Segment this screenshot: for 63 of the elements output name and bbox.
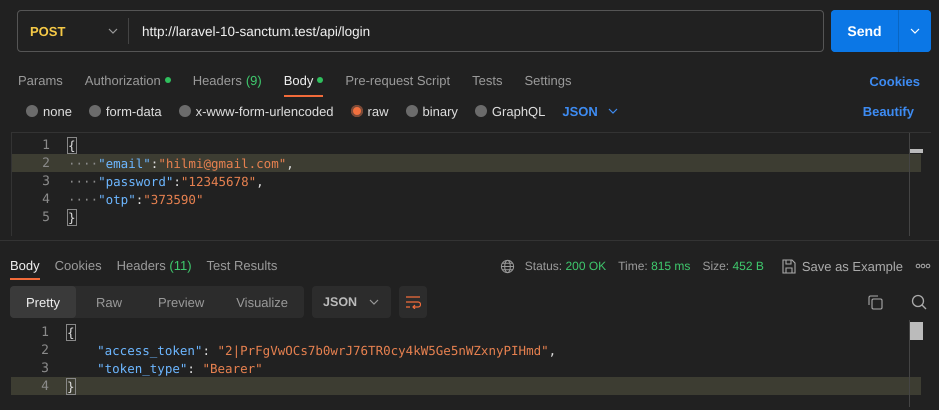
line-number: 4 bbox=[41, 192, 51, 206]
method-dropdown[interactable]: POST bbox=[18, 18, 129, 44]
view-mode-tab[interactable]: Visualize bbox=[220, 286, 304, 318]
scrollbar-thumb[interactable] bbox=[910, 149, 923, 153]
caret-icon bbox=[910, 28, 920, 34]
response-meta: Time: 815 ms bbox=[618, 259, 690, 273]
response-meta: Size: 452 B bbox=[702, 259, 764, 273]
wrap-icon[interactable] bbox=[399, 286, 428, 318]
request-tab[interactable]: Authorization bbox=[84, 65, 171, 97]
request-tab[interactable]: Settings bbox=[524, 65, 572, 97]
code-text: { bbox=[67, 324, 75, 340]
line-number: 3 bbox=[41, 174, 51, 188]
code-text: "access_token": "2|PrFgVwOCs7b0wrJ76TR0cy4kW5Ge5nWZxnyPIHmd", bbox=[96, 342, 556, 358]
line-number: 5 bbox=[41, 210, 51, 224]
code-text: ····"otp":"373590" bbox=[68, 192, 204, 206]
response-tab[interactable]: Headers (11) bbox=[116, 258, 192, 280]
code-text: ····"password":"12345678", bbox=[68, 174, 264, 188]
cookies-link[interactable]: Cookies bbox=[869, 65, 920, 97]
code-text: ····"email":"hilmi@gmail.com", bbox=[68, 156, 294, 170]
caret-icon bbox=[369, 299, 380, 305]
response-tab[interactable]: Test Results bbox=[206, 258, 278, 280]
body-type-radio[interactable]: raw bbox=[350, 104, 388, 118]
response-tab[interactable]: Cookies bbox=[54, 258, 102, 280]
line-number: 3 bbox=[40, 360, 50, 376]
view-mode-tab[interactable]: Pretty bbox=[10, 286, 76, 318]
search-icon[interactable] bbox=[911, 294, 927, 310]
more-icon[interactable] bbox=[915, 263, 931, 269]
format-dropdown[interactable]: JSON bbox=[562, 104, 618, 118]
request-tab[interactable]: Body bbox=[284, 65, 324, 97]
body-type-radio[interactable]: binary bbox=[406, 104, 458, 118]
request-tab[interactable]: Pre-request Script bbox=[345, 65, 450, 97]
line-number: 4 bbox=[40, 378, 50, 394]
globe-icon bbox=[500, 258, 515, 274]
body-type-radio[interactable]: none bbox=[26, 104, 72, 118]
url-field[interactable]: http://laravel-10-sanctum.test/api/login bbox=[129, 24, 370, 38]
scrollbar-thumb[interactable] bbox=[910, 322, 923, 340]
code-text: "token_type": "Bearer" bbox=[96, 360, 263, 376]
line-number: 1 bbox=[41, 138, 51, 152]
request-editor[interactable]: 1 { 2 ····"email":"hilmi@gmail.com", 3 ····"password":"12345678", 4 ····"otp":"373590" 5 } bbox=[11, 132, 931, 236]
request-tab[interactable]: Headers (9) bbox=[192, 65, 262, 97]
copy-icon[interactable] bbox=[868, 294, 883, 310]
response-format-dropdown[interactable]: JSON bbox=[312, 286, 392, 318]
save-icon bbox=[782, 258, 796, 274]
line-number: 1 bbox=[40, 324, 50, 340]
body-type-radio[interactable]: x-www-form-urlencoded bbox=[178, 104, 334, 118]
response-tab[interactable]: Body bbox=[10, 258, 40, 280]
body-type-radio[interactable]: form-data bbox=[88, 104, 162, 118]
request-tab[interactable]: Tests bbox=[472, 65, 502, 97]
line-number: 2 bbox=[40, 342, 50, 358]
request-tab[interactable]: Params bbox=[18, 65, 63, 97]
view-mode-tab[interactable]: Preview bbox=[142, 286, 220, 318]
save-example-button[interactable]: Save as Example bbox=[782, 258, 903, 274]
body-type-radio[interactable]: GraphQL bbox=[474, 104, 546, 118]
code-text: } bbox=[67, 378, 75, 394]
caret-icon bbox=[108, 28, 118, 34]
beautify-link[interactable]: Beautify bbox=[862, 104, 914, 118]
caret-icon bbox=[608, 108, 618, 114]
view-mode-tab[interactable]: Raw bbox=[76, 286, 142, 318]
code-text: } bbox=[68, 210, 76, 224]
response-meta: Status: 200 OK bbox=[524, 259, 606, 273]
send-button[interactable]: Send bbox=[831, 10, 899, 52]
code-text: { bbox=[68, 138, 76, 152]
line-number: 2 bbox=[41, 156, 51, 170]
